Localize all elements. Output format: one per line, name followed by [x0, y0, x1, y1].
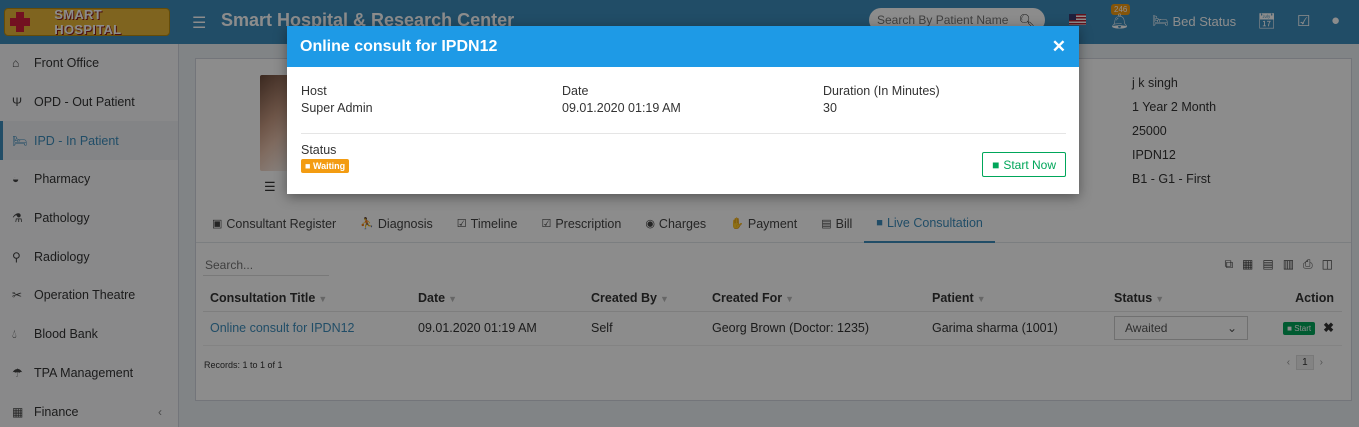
- date-label: Date: [562, 84, 589, 98]
- date-value: 09.01.2020 01:19 AM: [562, 101, 681, 115]
- modal-header: Online consult for IPDN12 ✕: [287, 26, 1079, 67]
- live-consult-modal: Online consult for IPDN12 ✕ Host Super A…: [287, 26, 1079, 194]
- divider: [301, 133, 1066, 134]
- duration-label: Duration (In Minutes): [823, 84, 940, 98]
- start-now-label: Start Now: [1003, 157, 1056, 172]
- status-badge-label: Waiting: [312, 161, 346, 171]
- close-icon[interactable]: ✕: [1052, 37, 1066, 57]
- date-field: Date 09.01.2020 01:19 AM: [562, 83, 681, 117]
- host-field: Host Super Admin: [301, 83, 373, 117]
- host-label: Host: [301, 84, 327, 98]
- host-value: Super Admin: [301, 101, 373, 115]
- status-field: Status ■ Waiting: [301, 143, 350, 173]
- status-badge: ■ Waiting: [301, 159, 350, 173]
- duration-value: 30: [823, 101, 837, 115]
- video-icon: ■: [992, 157, 1000, 172]
- duration-field: Duration (In Minutes) 30: [823, 83, 940, 117]
- start-now-button[interactable]: ■ Start Now: [982, 152, 1066, 177]
- modal-body: Host Super Admin Date 09.01.2020 01:19 A…: [287, 67, 1079, 194]
- status-label: Status: [301, 143, 337, 157]
- modal-title: Online consult for IPDN12: [300, 37, 498, 55]
